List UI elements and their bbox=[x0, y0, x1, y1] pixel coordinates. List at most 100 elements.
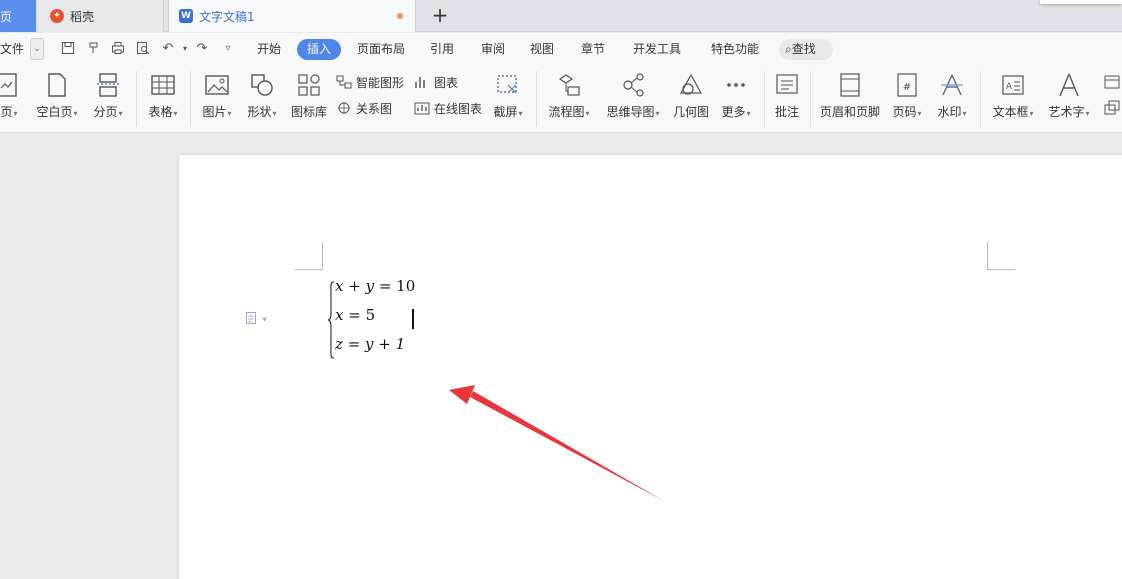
tab-home[interactable]: 页 bbox=[0, 0, 36, 32]
file-dropdown-icon[interactable]: ⌄ bbox=[30, 38, 44, 60]
more-button[interactable]: 更多▾ bbox=[718, 71, 754, 120]
cover-page-button[interactable]: 页▾ bbox=[0, 71, 24, 120]
object-button[interactable] bbox=[1104, 99, 1122, 119]
relation-chart-icon bbox=[336, 100, 352, 116]
menu-bar: 文件 ⌄ ↶ ▾ ↷ ▿ 开始 插入 页面布局 引用 审阅 视图 章节 开发工具… bbox=[0, 33, 1122, 65]
picture-button[interactable]: 图片▾ bbox=[200, 71, 234, 120]
tab-daoke[interactable]: ✦ 稻壳 bbox=[38, 0, 164, 32]
watermark-button[interactable]: 水印▾ bbox=[934, 71, 970, 120]
icon-library-button[interactable]: 图标库 bbox=[290, 71, 328, 120]
ribbon-separator bbox=[764, 71, 765, 127]
equation-line-3-lhs: z bbox=[335, 335, 343, 353]
undo-dropdown-icon[interactable]: ▾ bbox=[177, 41, 193, 57]
online-chart-button[interactable]: 在线图表 bbox=[414, 99, 482, 119]
blank-page-label: 空白页 bbox=[36, 105, 73, 119]
unsaved-indicator bbox=[397, 13, 403, 19]
picture-icon bbox=[204, 71, 230, 99]
menu-references[interactable]: 引用 bbox=[430, 40, 454, 59]
screenshot-button[interactable]: 截屏▾ bbox=[490, 71, 526, 120]
menu-review[interactable]: 审阅 bbox=[481, 40, 505, 59]
left-brace-icon bbox=[327, 281, 335, 359]
save-icon[interactable] bbox=[60, 41, 76, 57]
menu-developer-tools[interactable]: 开发工具 bbox=[633, 40, 681, 59]
format-painter-icon[interactable] bbox=[86, 41, 102, 57]
tab-document[interactable]: W 文字文稿1 bbox=[168, 0, 416, 32]
file-menu[interactable]: 文件 bbox=[0, 40, 24, 59]
equation-line-2-rhs: 5 bbox=[365, 306, 376, 324]
watermark-icon bbox=[939, 71, 965, 99]
online-chart-label: 在线图表 bbox=[434, 102, 483, 116]
menu-special-features[interactable]: 特色功能 bbox=[711, 40, 759, 59]
margin-corner-top-right bbox=[987, 242, 1015, 270]
menu-page-layout[interactable]: 页面布局 bbox=[357, 40, 405, 59]
menu-chapter[interactable]: 章节 bbox=[581, 40, 605, 59]
chart-button[interactable]: 图表 bbox=[414, 73, 458, 93]
page-number-button[interactable]: # 页码▾ bbox=[888, 71, 926, 120]
comment-button[interactable]: 批注 bbox=[772, 71, 802, 120]
equation-line-3-rhs: y + 1 bbox=[365, 335, 406, 353]
flowchart-icon bbox=[556, 71, 582, 99]
icon-library-icon bbox=[296, 71, 322, 99]
textbox-button[interactable]: A 文本框▾ bbox=[990, 71, 1036, 120]
relation-chart-label: 关系图 bbox=[356, 102, 393, 116]
comment-icon bbox=[774, 71, 800, 99]
geometry-icon bbox=[678, 71, 704, 99]
table-label: 表格 bbox=[148, 105, 173, 119]
geometry-button[interactable]: 几何图 bbox=[672, 71, 710, 120]
comment-label: 批注 bbox=[774, 105, 799, 119]
writer-doc-icon: W bbox=[179, 9, 193, 23]
ribbon-separator bbox=[136, 71, 137, 127]
page-break-icon bbox=[95, 71, 121, 99]
mindmap-label: 思维导图 bbox=[606, 105, 655, 119]
undo-icon[interactable]: ↶ bbox=[160, 41, 176, 57]
daoke-icon: ✦ bbox=[50, 9, 64, 23]
tab-bar: 页 ✦ 稻壳 W 文字文稿1 + bbox=[0, 0, 1122, 32]
menu-view[interactable]: 视图 bbox=[530, 40, 554, 59]
chart-icon bbox=[414, 74, 430, 90]
header-footer-button[interactable]: 页眉和页脚 bbox=[818, 71, 882, 120]
geometry-label: 几何图 bbox=[672, 105, 709, 119]
date-button[interactable] bbox=[1104, 73, 1122, 93]
smart-art-button[interactable]: 智能图形 bbox=[336, 73, 404, 93]
mindmap-button[interactable]: 思维导图▾ bbox=[604, 71, 662, 120]
redo-icon[interactable]: ↷ bbox=[194, 41, 210, 57]
print-icon[interactable] bbox=[110, 41, 126, 57]
object-icon bbox=[1104, 100, 1120, 116]
print-preview-icon[interactable] bbox=[135, 41, 151, 57]
smart-art-icon bbox=[336, 74, 352, 90]
shape-button[interactable]: 形状▾ bbox=[244, 71, 280, 120]
page-break-button[interactable]: 分页▾ bbox=[90, 71, 126, 120]
header-footer-icon bbox=[837, 71, 863, 99]
margin-corner-top-left bbox=[295, 242, 323, 270]
ribbon-separator bbox=[536, 71, 537, 127]
new-tab-button[interactable]: + bbox=[428, 3, 452, 27]
date-icon bbox=[1104, 74, 1120, 90]
document-page[interactable]: ▾ x + y = 10 x = 5 z = y + 1 bbox=[179, 155, 1122, 579]
flowchart-label: 流程图 bbox=[548, 105, 585, 119]
picture-label: 图片 bbox=[202, 105, 227, 119]
blank-page-button[interactable]: 空白页▾ bbox=[34, 71, 80, 120]
mindmap-icon bbox=[620, 71, 646, 99]
page-number-label: 页码 bbox=[892, 105, 917, 119]
screenshot-icon bbox=[495, 71, 521, 99]
search-button[interactable]: ⌕查找 bbox=[779, 39, 833, 60]
equation-line-2-lhs: x bbox=[335, 306, 344, 324]
window-edge bbox=[1040, 0, 1122, 4]
paragraph-handle-icon[interactable]: ▾ bbox=[245, 311, 269, 327]
ribbon-separator bbox=[980, 71, 981, 127]
menu-insert[interactable]: 插入 bbox=[297, 39, 341, 60]
page-number-icon: # bbox=[894, 71, 920, 99]
cover-page-icon bbox=[0, 71, 22, 99]
flowchart-button[interactable]: 流程图▾ bbox=[546, 71, 592, 120]
wordart-button[interactable]: 艺术字▾ bbox=[1046, 71, 1092, 120]
more-icon bbox=[723, 71, 749, 99]
shape-icon bbox=[249, 71, 275, 99]
customize-toolbar-icon[interactable]: ▿ bbox=[220, 41, 236, 57]
ribbon-separator bbox=[190, 71, 191, 127]
header-footer-label: 页眉和页脚 bbox=[819, 105, 880, 119]
equation-line-1: x + y = 10 bbox=[335, 277, 416, 295]
menu-start[interactable]: 开始 bbox=[257, 40, 281, 59]
relation-chart-button[interactable]: 关系图 bbox=[336, 99, 392, 119]
table-button[interactable]: 表格▾ bbox=[146, 71, 180, 120]
blank-page-icon bbox=[44, 71, 70, 99]
